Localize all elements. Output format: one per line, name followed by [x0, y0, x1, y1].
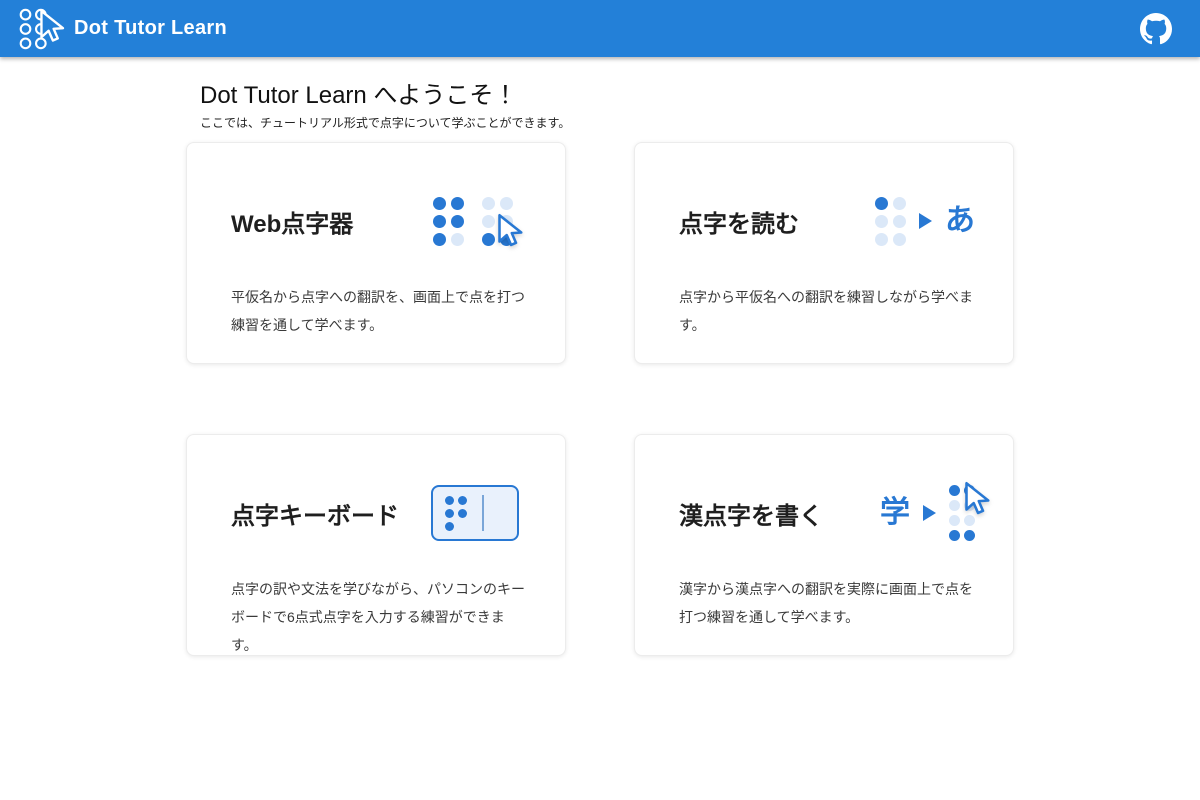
braille-input-field-icon	[431, 485, 519, 541]
main-content: Dot Tutor Learn へようこそ！ ここでは、チュートリアル形式で点字…	[186, 57, 1014, 656]
card-web-braille-writer[interactable]: Web点字器 平仮名から点字への翻訳を、画面上で点を打つ練習を通して学べます。	[186, 142, 566, 364]
home-link[interactable]: Dot Tutor Learn	[14, 6, 227, 52]
kanji-to-braille-cursor-icon: 学	[880, 485, 975, 541]
braille-cell	[433, 197, 464, 246]
kanji-source-char: 学	[880, 498, 910, 528]
card-head: 漢点字を書く 学	[679, 465, 975, 561]
arrow-right-icon	[923, 505, 936, 521]
welcome-title: Dot Tutor Learn へようこそ！	[200, 81, 1014, 111]
card-title: 点字を読む	[679, 204, 799, 239]
braille-to-hiragana-icon: あ	[875, 197, 975, 246]
card-description: 平仮名から点字への翻訳を、画面上で点を打つ練習を通して学べます。	[231, 283, 527, 339]
app-header: Dot Tutor Learn	[0, 0, 1200, 57]
welcome-section: Dot Tutor Learn へようこそ！ ここでは、チュートリアル形式で点字…	[186, 81, 1014, 132]
card-head: 点字を読む あ	[679, 173, 975, 269]
card-write-kantenji[interactable]: 漢点字を書く 学 漢字から漢点字への翻訳を実際に画面上で点を打つ練習を通して学べ…	[634, 434, 1014, 656]
card-head: Web点字器	[231, 173, 527, 269]
card-head: 点字キーボード	[231, 465, 527, 561]
card-title: 漢点字を書く	[679, 496, 823, 531]
github-icon	[1140, 13, 1172, 45]
card-description: 点字の訳や文法を学びながら、パソコンのキーボードで6点式点字を入力する練習ができ…	[231, 575, 527, 659]
card-description: 漢字から漢点字への翻訳を実際に画面上で点を打つ練習を通して学べます。	[679, 575, 975, 631]
braille-cell	[445, 496, 467, 531]
text-caret-icon	[482, 495, 484, 531]
app-title: Dot Tutor Learn	[74, 17, 227, 40]
mouse-cursor-icon	[495, 213, 525, 249]
card-braille-keyboard[interactable]: 点字キーボード 点字の訳や文法を学びながら、パソコンのキーボードで6点式点字を入…	[186, 434, 566, 656]
welcome-subtitle: ここでは、チュートリアル形式で点字について学ぶことができます。	[200, 115, 1014, 132]
card-title: Web点字器	[231, 204, 353, 239]
hiragana-result-char: あ	[945, 206, 975, 236]
braille-cells-cursor-icon	[433, 197, 513, 246]
cards-grid: Web点字器 平仮名から点字への翻訳を、画面上で点を打つ練習を通して学べます。 …	[186, 142, 1014, 656]
mouse-cursor-icon	[962, 481, 992, 517]
card-title: 点字キーボード	[231, 496, 399, 531]
arrow-right-icon	[919, 213, 932, 229]
card-read-braille[interactable]: 点字を読む あ 点字から平仮名への翻訳を練習しながら学べます。	[634, 142, 1014, 364]
braille-cell	[875, 197, 906, 246]
braille-cursor-logo-icon	[14, 6, 60, 52]
braille-cell-with-cursor	[949, 485, 975, 541]
github-link[interactable]	[1140, 13, 1172, 45]
card-description: 点字から平仮名への翻訳を練習しながら学べます。	[679, 283, 975, 339]
